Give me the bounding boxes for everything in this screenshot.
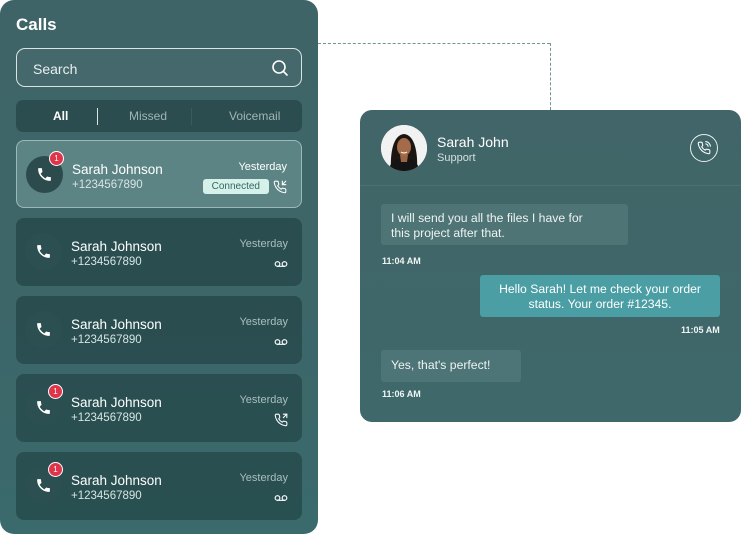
search-icon[interactable] xyxy=(271,59,289,77)
caller-name: Sarah Johnson xyxy=(71,317,162,332)
connected-status-badge: Connected xyxy=(202,179,269,194)
tab-voicemail[interactable]: Voicemail xyxy=(229,109,280,123)
call-list-item[interactable]: Sarah Johnson +1234567890 Yesterday xyxy=(16,296,302,364)
call-list-item[interactable]: 1 Sarah Johnson +1234567890 Yesterday xyxy=(16,374,302,442)
caller-name: Sarah Johnson xyxy=(71,395,162,410)
message-time: 11:05 AM xyxy=(681,325,720,335)
phone-icon xyxy=(37,245,50,258)
contact-role: Support xyxy=(437,152,476,164)
calls-title: Calls xyxy=(16,15,57,34)
tab-all[interactable]: All xyxy=(53,109,68,123)
call-time: Yesterday xyxy=(239,238,288,250)
tab-missed[interactable]: Missed xyxy=(129,109,167,123)
call-button[interactable] xyxy=(690,134,718,162)
call-time: Yesterday xyxy=(239,316,288,328)
caller-name: Sarah Johnson xyxy=(71,473,162,488)
caller-number: +1234567890 xyxy=(71,412,142,424)
caller-avatar xyxy=(25,233,62,270)
call-list-item[interactable]: 1 Sarah Johnson +1234567890 Yesterday xyxy=(16,452,302,520)
phone-icon xyxy=(37,479,50,492)
contact-name: Sarah John xyxy=(437,134,509,150)
voicemail-icon xyxy=(274,261,288,267)
connector-line xyxy=(318,43,550,44)
calls-panel: Calls Search All Missed Voicemail 1 Sara… xyxy=(0,0,318,534)
tab-divider xyxy=(97,108,98,125)
missed-count-badge: 1 xyxy=(48,384,63,399)
contact-photo xyxy=(381,125,427,171)
phone-icon xyxy=(38,168,51,181)
contact-avatar xyxy=(381,125,427,171)
call-list-item[interactable]: Sarah Johnson +1234567890 Yesterday xyxy=(16,218,302,286)
phone-incoming-icon xyxy=(273,180,287,194)
message-bubble-incoming: Yes, that's perfect! xyxy=(381,350,521,382)
message-text: status. Your order #12345. xyxy=(528,297,672,311)
message-text: Yes, that's perfect! xyxy=(391,358,491,372)
phone-icon xyxy=(37,401,50,414)
search-placeholder: Search xyxy=(33,61,78,77)
missed-count-badge: 1 xyxy=(48,462,63,477)
message-bubble-incoming: I will send you all the files I have for… xyxy=(381,204,628,245)
caller-name: Sarah Johnson xyxy=(71,239,162,254)
message-text: I will send you all the files I have for xyxy=(391,211,583,225)
caller-name: Sarah Johnson xyxy=(72,162,163,177)
call-time: Yesterday xyxy=(239,394,288,406)
message-text: this project after that. xyxy=(391,226,505,240)
call-filter-tabs: All Missed Voicemail xyxy=(16,100,302,132)
connector-line xyxy=(550,43,551,110)
message-text: Hello Sarah! Let me check your order xyxy=(499,282,701,296)
tab-divider xyxy=(191,108,192,125)
caller-number: +1234567890 xyxy=(71,256,142,268)
caller-number: +1234567890 xyxy=(71,490,142,502)
call-time: Yesterday xyxy=(239,472,288,484)
message-bubble-outgoing: Hello Sarah! Let me check your order sta… xyxy=(480,275,720,317)
search-input[interactable]: Search xyxy=(16,48,302,87)
call-list-item[interactable]: 1 Sarah Johnson +1234567890 Yesterday Co… xyxy=(16,140,302,208)
chat-panel: Sarah John Support I will send you all t… xyxy=(360,110,741,422)
phone-call-icon xyxy=(697,141,711,155)
message-time: 11:04 AM xyxy=(382,256,421,266)
voicemail-icon xyxy=(274,339,288,345)
phone-outgoing-icon xyxy=(274,413,288,427)
caller-number: +1234567890 xyxy=(71,334,142,346)
voicemail-icon xyxy=(274,495,288,501)
chat-header-divider xyxy=(360,185,741,186)
caller-avatar xyxy=(25,311,62,348)
message-time: 11:06 AM xyxy=(382,389,421,399)
caller-number: +1234567890 xyxy=(72,179,143,191)
call-time: Yesterday xyxy=(238,161,287,173)
missed-count-badge: 1 xyxy=(49,151,64,166)
phone-icon xyxy=(37,323,50,336)
